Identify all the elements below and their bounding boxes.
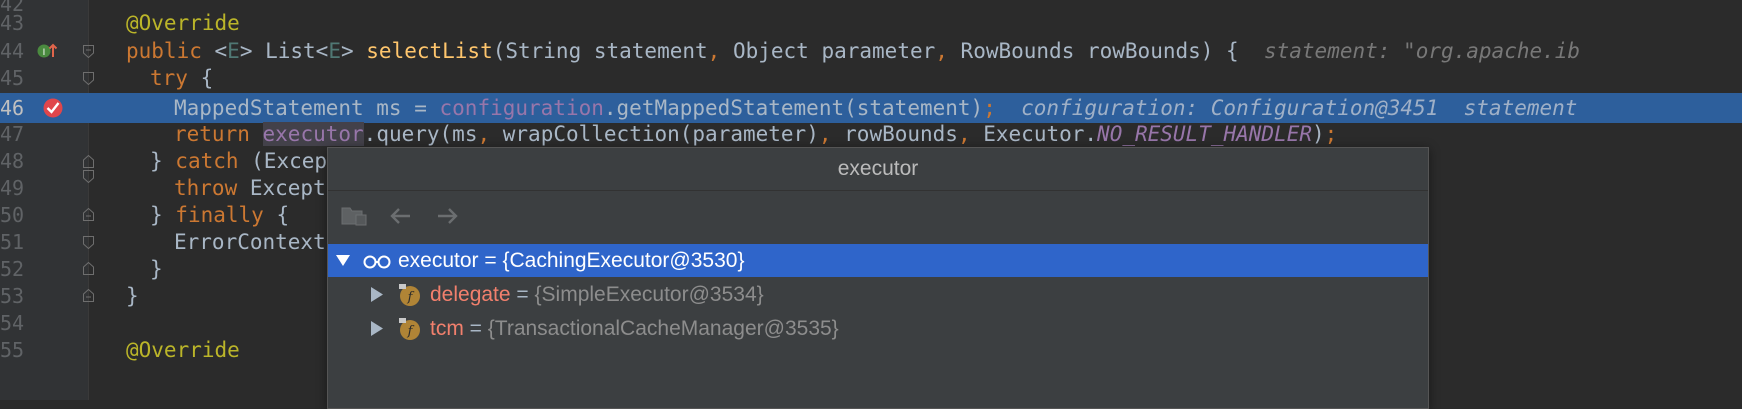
code-line[interactable]: 44 I public <E> List<E> selectList(Strin… — [0, 36, 1742, 66]
code-text: throw Except — [174, 176, 326, 200]
line-number: 47 — [0, 122, 25, 146]
fold-marker-icon[interactable] — [83, 45, 94, 58]
code-text: return executor.query(ms, wrapCollection… — [174, 122, 1338, 146]
code-text: } — [126, 284, 139, 308]
line-number: 52 — [0, 257, 25, 281]
code-line[interactable]: 43 @Override — [0, 8, 1742, 38]
arrow-left-icon[interactable] — [386, 203, 416, 229]
code-line[interactable]: 47 return executor.query(ms, wrapCollect… — [0, 119, 1742, 149]
fold-marker-icon[interactable] — [83, 155, 94, 168]
tree-node-label: executor = {CachingExecutor@3530} — [398, 249, 745, 272]
implementing-method-icon[interactable]: I — [36, 41, 58, 65]
code-text: ErrorContext — [174, 230, 326, 254]
arrow-right-icon[interactable] — [432, 203, 462, 229]
line-number: 50 — [0, 203, 25, 227]
tree-node-tcm[interactable]: f tcm = {TransactionalCacheManager@3535} — [328, 312, 1428, 345]
code-text: } — [150, 257, 163, 281]
line-number: 51 — [0, 230, 25, 254]
code-text: public <E> List<E> selectList(String sta… — [126, 39, 1581, 63]
collapse-triangle-icon[interactable] — [334, 244, 352, 277]
code-text: } finally { — [150, 203, 290, 227]
tree-node-label: tcm = {TransactionalCacheManager@3535} — [430, 317, 839, 340]
expand-triangle-icon[interactable] — [368, 278, 386, 311]
variable-inspect-popup[interactable]: executor executor = {CachingExecutor@353… — [327, 147, 1429, 409]
line-number: 45 — [0, 66, 25, 90]
code-line[interactable]: 45 try { — [0, 63, 1742, 93]
folder-view-icon[interactable] — [340, 203, 370, 229]
field-f-icon: f — [398, 317, 422, 341]
line-number: 53 — [0, 284, 25, 308]
code-text: @Override — [126, 11, 240, 35]
popup-toolbar — [328, 191, 1428, 241]
svg-text:I: I — [43, 48, 46, 58]
watch-glasses-icon — [362, 248, 392, 272]
popup-title: executor — [328, 148, 1428, 191]
fold-marker-icon[interactable] — [83, 289, 94, 302]
line-number: 48 — [0, 149, 25, 173]
fold-marker-icon[interactable] — [83, 208, 94, 221]
tree-node-label: delegate = {SimpleExecutor@3534} — [430, 283, 764, 306]
field-f-icon: f — [398, 283, 422, 307]
expand-triangle-icon[interactable] — [368, 312, 386, 345]
line-number: 54 — [0, 311, 25, 335]
line-number: 44 — [0, 39, 25, 63]
line-number: 43 — [0, 11, 25, 35]
fold-marker-icon[interactable] — [83, 72, 94, 85]
tree-node-executor[interactable]: executor = {CachingExecutor@3530} — [328, 244, 1428, 277]
line-number: 55 — [0, 338, 25, 362]
code-text: @Override — [126, 338, 240, 362]
fold-marker-icon[interactable] — [83, 170, 94, 183]
fold-marker-icon[interactable] — [83, 262, 94, 275]
tree-node-delegate[interactable]: f delegate = {SimpleExecutor@3534} — [328, 278, 1428, 311]
fold-marker-icon[interactable] — [83, 236, 94, 249]
code-text: try { — [150, 66, 214, 90]
line-number: 49 — [0, 176, 25, 200]
code-text: } catch (Excep — [150, 149, 328, 173]
